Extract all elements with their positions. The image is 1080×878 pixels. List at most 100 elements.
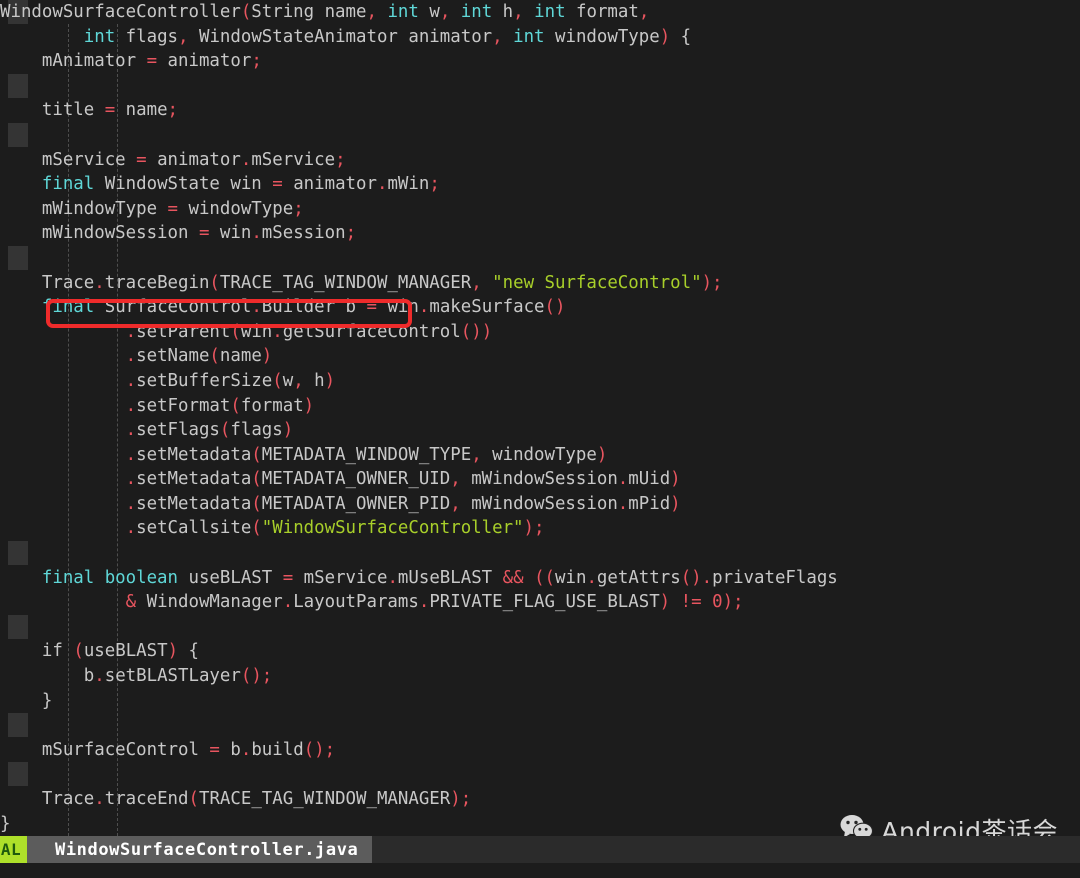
code-line[interactable]: & WindowManager.LayoutParams.PRIVATE_FLA…	[0, 590, 1080, 615]
code-line[interactable]	[0, 762, 1080, 787]
code-token: &	[125, 592, 137, 613]
code-token: );	[701, 272, 723, 293]
code-token: ())	[460, 321, 493, 342]
code-line[interactable]: b.setBLASTLayer();	[0, 664, 1080, 689]
code-token: final	[41, 174, 95, 195]
code-line[interactable]: final SurfaceControl.Builder b = win.mak…	[0, 295, 1080, 320]
code-token: makeSurface	[429, 297, 545, 318]
code-line[interactable]: mSurfaceControl = b.build();	[0, 738, 1080, 763]
code-token: privateFlags	[712, 567, 838, 588]
code-line[interactable]: final boolean useBLAST = mService.mUseBL…	[0, 566, 1080, 591]
code-line[interactable]	[0, 615, 1080, 640]
code-token: PRIVATE_FLAG_USE_BLAST	[429, 592, 660, 613]
code-line[interactable]: mService = animator.mService;	[0, 148, 1080, 173]
code-line[interactable]	[0, 123, 1080, 148]
code-token: win	[240, 321, 273, 342]
code-line[interactable]: .setName(name)	[0, 344, 1080, 369]
code-token: 0	[712, 592, 723, 613]
code-token: Trace	[0, 272, 95, 293]
code-token: .	[94, 272, 105, 293]
code-token: mPid	[628, 493, 671, 514]
code-token: (	[209, 346, 220, 367]
code-token: ,	[638, 2, 650, 22]
code-line[interactable]: .setMetadata(METADATA_WINDOW_TYPE, windo…	[0, 443, 1080, 468]
code-line[interactable]: mWindowType = windowType;	[0, 197, 1080, 222]
code-token: }	[0, 690, 53, 711]
code-token: .	[125, 420, 137, 441]
code-token: =	[104, 100, 116, 121]
code-token: getSurfaceControl	[282, 321, 461, 342]
code-token: ()	[680, 567, 702, 588]
code-token: ,	[293, 370, 304, 391]
code-token: (	[240, 2, 252, 22]
code-token: .	[272, 321, 283, 342]
code-token: title	[0, 100, 105, 121]
code-line[interactable]: .setCallsite("WindowSurfaceController");	[0, 516, 1080, 541]
code-token: =	[282, 567, 294, 588]
code-token: ;	[345, 223, 357, 244]
code-token: Trace	[0, 789, 95, 809]
code-token: (	[272, 370, 283, 391]
code-token: .	[94, 666, 105, 687]
code-line[interactable]: mAnimator = animator;	[0, 49, 1080, 74]
code-line[interactable]	[0, 74, 1080, 99]
code-line[interactable]: title = name;	[0, 98, 1080, 123]
code-line[interactable]: }	[0, 689, 1080, 714]
code-token: animator	[157, 51, 252, 72]
code-line[interactable]: WindowSurfaceController(String name, int…	[0, 0, 1080, 25]
code-token: ;	[335, 149, 346, 170]
status-mode-badge: AL	[0, 836, 27, 863]
code-token: ();	[303, 739, 336, 760]
code-token: .	[125, 518, 137, 539]
code-line[interactable]: final WindowState win = animator.mWin;	[0, 172, 1080, 197]
code-token: .	[251, 223, 262, 244]
code-line[interactable]: .setMetadata(METADATA_OWNER_UID, mWindow…	[0, 467, 1080, 492]
code-token: .	[240, 739, 252, 760]
status-bar-filler	[372, 836, 1080, 863]
code-token: animator	[282, 174, 377, 195]
code-line[interactable]: .setBufferSize(w, h)	[0, 369, 1080, 394]
code-token: )	[596, 444, 608, 465]
code-token: (	[251, 493, 262, 514]
code-line[interactable]: int flags, WindowStateAnimator animator,…	[0, 25, 1080, 50]
code-token: setFormat	[136, 395, 231, 416]
code-token: =	[198, 223, 210, 244]
code-token: (	[230, 321, 241, 342]
code-line[interactable]	[0, 713, 1080, 738]
code-line[interactable]: Trace.traceBegin(TRACE_TAG_WINDOW_MANAGE…	[0, 271, 1080, 296]
code-token: ;	[429, 174, 440, 195]
code-token: win	[209, 223, 252, 244]
code-token: traceEnd	[104, 789, 189, 809]
code-line[interactable]: .setParent(win.getSurfaceControl())	[0, 320, 1080, 345]
code-line[interactable]: .setFlags(flags)	[0, 418, 1080, 443]
code-token: windowType	[178, 198, 294, 219]
code-token: mWindowSession	[0, 223, 199, 244]
code-token: {	[670, 26, 692, 47]
code-line[interactable]: .setFormat(format)	[0, 394, 1080, 419]
code-token: .	[125, 395, 137, 416]
code-token: int	[460, 2, 493, 22]
code-token: );	[722, 592, 744, 613]
code-token: name	[115, 100, 168, 121]
status-filename[interactable]: WindowSurfaceController.java	[27, 836, 373, 863]
code-token: flags	[230, 420, 283, 441]
code-token: mUid	[628, 469, 671, 490]
code-line[interactable]	[0, 246, 1080, 271]
code-line[interactable]	[0, 541, 1080, 566]
code-token: (	[219, 420, 231, 441]
code-content[interactable]: WindowSurfaceController(String name, int…	[0, 0, 1080, 836]
code-line[interactable]: mWindowSession = win.mSession;	[0, 221, 1080, 246]
code-token: .	[376, 174, 388, 195]
code-token: mUseBLAST	[397, 567, 503, 588]
code-token: (	[230, 395, 241, 416]
code-line[interactable]: if (useBLAST) {	[0, 639, 1080, 664]
code-line[interactable]: .setMetadata(METADATA_OWNER_PID, mWindow…	[0, 492, 1080, 517]
code-line[interactable]: Trace.traceEnd(TRACE_TAG_WINDOW_MANAGER)…	[0, 787, 1080, 812]
